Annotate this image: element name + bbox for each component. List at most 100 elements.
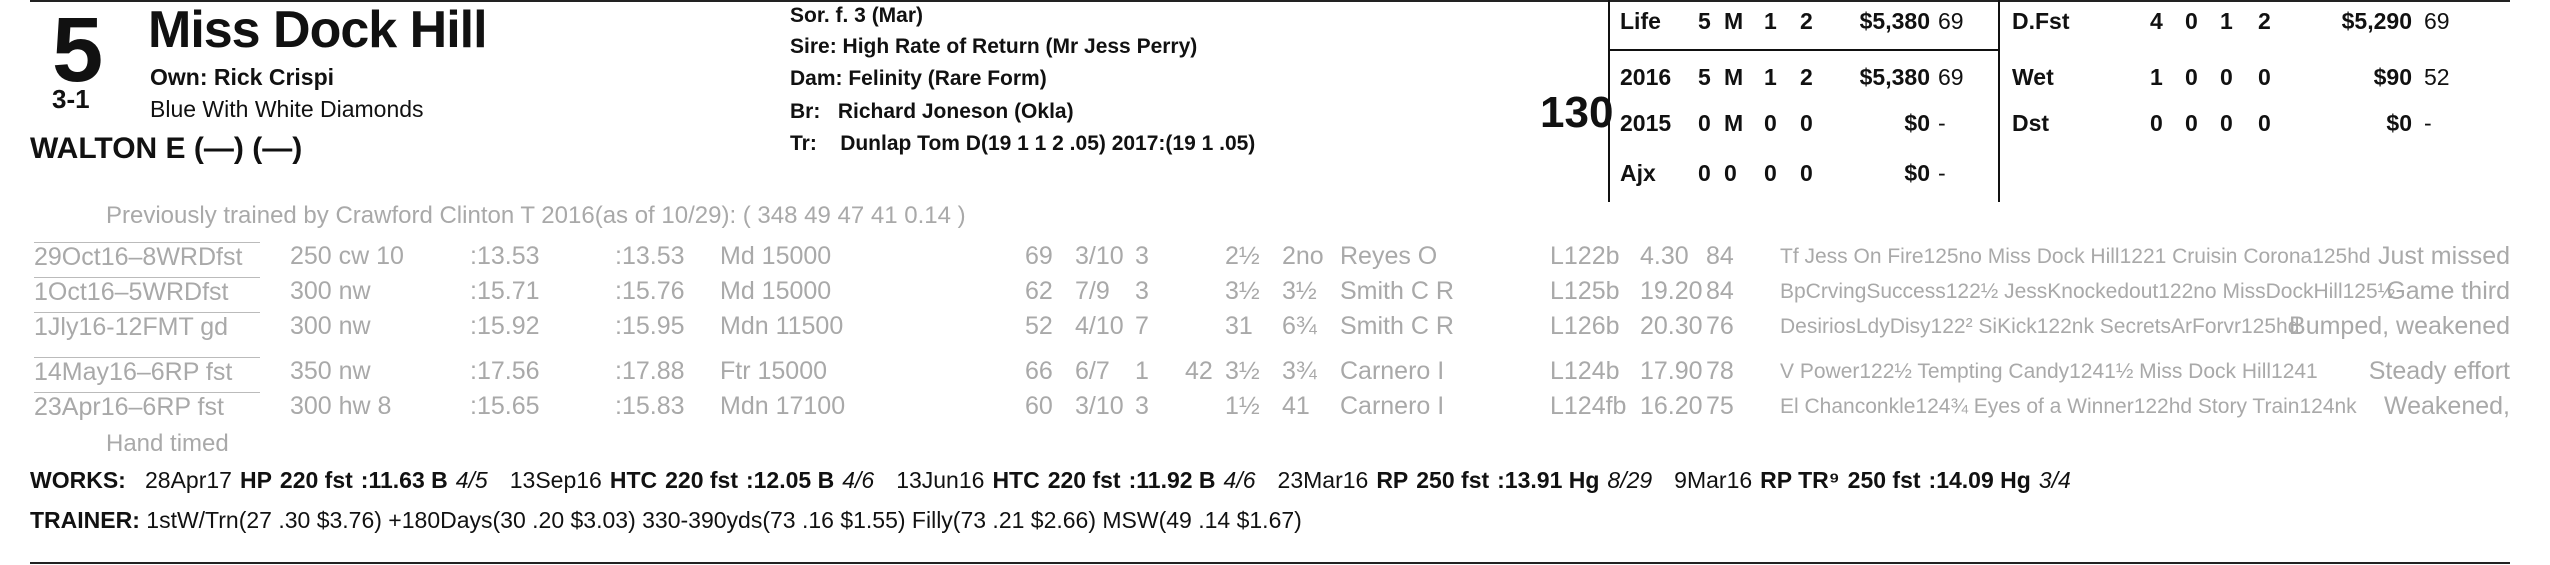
owner: Own: Rick Crispi (150, 64, 335, 90)
work-time: :11.63 B (360, 467, 448, 493)
pp-fraction-1: :15.92 (470, 312, 540, 340)
dam-label: Dam: (790, 67, 843, 90)
pp-speed-figure: 78 (1706, 357, 1734, 385)
pp-comment: Bumped, weakened (2289, 312, 2510, 340)
pp-call-1: 42 (1185, 357, 1213, 385)
pp-fraction-2: :17.88 (615, 357, 685, 385)
life-underline (1608, 49, 1998, 51)
trainer-line: Tr: Dunlap Tom D(19 1 1 2 .05) 2017:(19 … (790, 132, 1255, 156)
table-left-border (1608, 0, 1610, 202)
work-track: RP (1376, 467, 1409, 493)
pp-comment: Steady effort (2368, 357, 2510, 385)
pp-start: 3 (1135, 277, 1149, 305)
work-time: :14.09 Hg (1928, 467, 2031, 493)
pp-finish: 3½ (1282, 277, 1317, 305)
pp-post: 7/9 (1075, 277, 1110, 305)
pp-odds: 4.30 (1640, 242, 1689, 270)
work-date: 28Apr17 (145, 467, 232, 493)
pp-call-2: 3½ (1225, 357, 1260, 385)
pp-weight: L122b (1550, 242, 1620, 270)
pp-weight: L126b (1550, 312, 1620, 340)
pp-weight: L125b (1550, 277, 1620, 305)
work-entry: 13Sep16 HTC 220 fst:12.05 B 4/6 (510, 467, 882, 493)
work-track: RP TR⁹ (1760, 467, 1840, 493)
pp-speed-pace: 60 (1025, 392, 1053, 420)
pp-odds: 20.30 (1640, 312, 1703, 340)
sire: High Rate of Return (Mr Jess Perry) (842, 35, 1198, 58)
pp-start: 7 (1135, 312, 1149, 340)
jockey: WALTON E (—) (—) (30, 132, 303, 165)
morning-line-odds: 3-1 (52, 84, 90, 114)
pp-call-2: 2½ (1225, 242, 1260, 270)
pp-speed-pace: 62 (1025, 277, 1053, 305)
pp-comment: Just missed (2378, 242, 2510, 270)
work-distance: 220 fst (1047, 467, 1121, 493)
pp-company-line: DesiriosLdyDisy122² SiKick122nk SecretsA… (1780, 315, 2300, 338)
silks-description: Blue With White Diamonds (150, 96, 424, 122)
trainer: Dunlap Tom D(19 1 1 2 .05) 2017:(19 1 .0… (840, 132, 1256, 155)
sire-label: Sire: (790, 35, 837, 58)
work-time: :12.05 B (745, 467, 835, 493)
work-distance: 220 fst (665, 467, 738, 493)
work-entry: 28Apr17 HP 220 fst:11.63 B 4/5 (145, 467, 496, 493)
pp-distance: 300 hw 8 (290, 392, 392, 420)
past-performance-row: 23Apr16–6RP fst 300 hw 8:15.65:15.83 Mdn 1… (0, 392, 2550, 426)
sire-line: Sire: High Rate of Return (Mr Jess Perry… (790, 35, 1197, 59)
hand-timed-note: Hand timed (106, 430, 229, 457)
pp-jockey: Carnero I (1340, 392, 1445, 420)
work-rank: 4/6 (842, 467, 875, 493)
pp-finish: 6¾ (1282, 312, 1317, 340)
work-rank: 3/4 (2038, 467, 2071, 493)
pp-company-line: Tf Jess On Fire125no Miss Dock Hill1221 … (1780, 245, 2371, 268)
pp-fraction-2: :15.76 (615, 277, 685, 305)
pp-speed-figure: 84 (1706, 242, 1734, 270)
pp-start: 3 (1135, 392, 1149, 420)
pp-post: 3/10 (1075, 392, 1124, 420)
past-performance-row: 1Oct16–5WRDfst 300 nw:15.71:15.76 Md 15000… (0, 277, 2550, 311)
pp-comment: Weakened, (2383, 392, 2510, 420)
pp-speed-figure: 75 (1706, 392, 1734, 420)
pp-date: 14May16–6RP fst (34, 357, 260, 387)
pp-finish: 41 (1282, 392, 1310, 420)
dam-line: Dam: Felinity (Rare Form) (790, 67, 1047, 91)
pp-call-2: 3½ (1225, 277, 1260, 305)
pp-company-line: V Power122½ Tempting Candy1241½ Miss Doc… (1780, 360, 2318, 383)
pp-race-type: Mdn 11500 (720, 312, 844, 340)
pp-start: 3 (1135, 242, 1149, 270)
pp-fraction-1: :15.71 (470, 277, 540, 305)
pp-odds: 17.90 (1640, 357, 1703, 385)
pp-weight: L124fb (1550, 392, 1627, 420)
pp-distance: 300 nw (290, 312, 371, 340)
pp-date: 23Apr16–6RP fst (34, 392, 260, 422)
pp-distance: 250 cw 10 (290, 242, 404, 270)
pp-race-type: Md 15000 (720, 277, 832, 305)
pp-jockey: Reyes O (1340, 242, 1438, 270)
works-list: 28Apr17 HP 220 fst:11.63 B 4/5 13Sep16 HTC 220… (145, 467, 2093, 493)
pp-start: 1 (1135, 357, 1149, 385)
dam: Felinity (Rare Form) (848, 67, 1047, 90)
pp-comment: Game third (2386, 277, 2510, 305)
work-distance: 220 fst (279, 467, 353, 493)
program-number: 5 (52, 0, 104, 101)
pp-finish: 3¾ (1282, 357, 1317, 385)
pp-speed-figure: 76 (1706, 312, 1734, 340)
work-time: :11.92 B (1128, 467, 1216, 493)
pp-post: 4/10 (1075, 312, 1124, 340)
pp-fraction-2: :15.95 (615, 312, 685, 340)
pp-weight: L124b (1550, 357, 1620, 385)
table-center-border (1998, 0, 2000, 202)
pp-odds: 16.20 (1640, 392, 1703, 420)
pp-speed-figure: 84 (1706, 277, 1734, 305)
work-rank: 8/29 (1607, 467, 1653, 493)
pp-call-2: 31 (1225, 312, 1253, 340)
prime-power-rating: 130 (1540, 88, 1614, 137)
pp-jockey: Carnero I (1340, 357, 1445, 385)
work-date: 9Mar16 (1674, 467, 1753, 493)
pp-jockey: Smith C R (1340, 312, 1454, 340)
pp-speed-pace: 52 (1025, 312, 1053, 340)
pp-race-type: Md 15000 (720, 242, 832, 270)
past-performance-row: 1Jly16-12FMT gd 300 nw:15.92:15.95 Mdn 115… (0, 312, 2550, 346)
horse-entry: 5 Miss Dock Hill Own: Rick Crispi 3-1 Bl… (0, 0, 2550, 565)
trainer-label: Tr: (790, 132, 817, 155)
pp-distance: 300 nw (290, 277, 371, 305)
